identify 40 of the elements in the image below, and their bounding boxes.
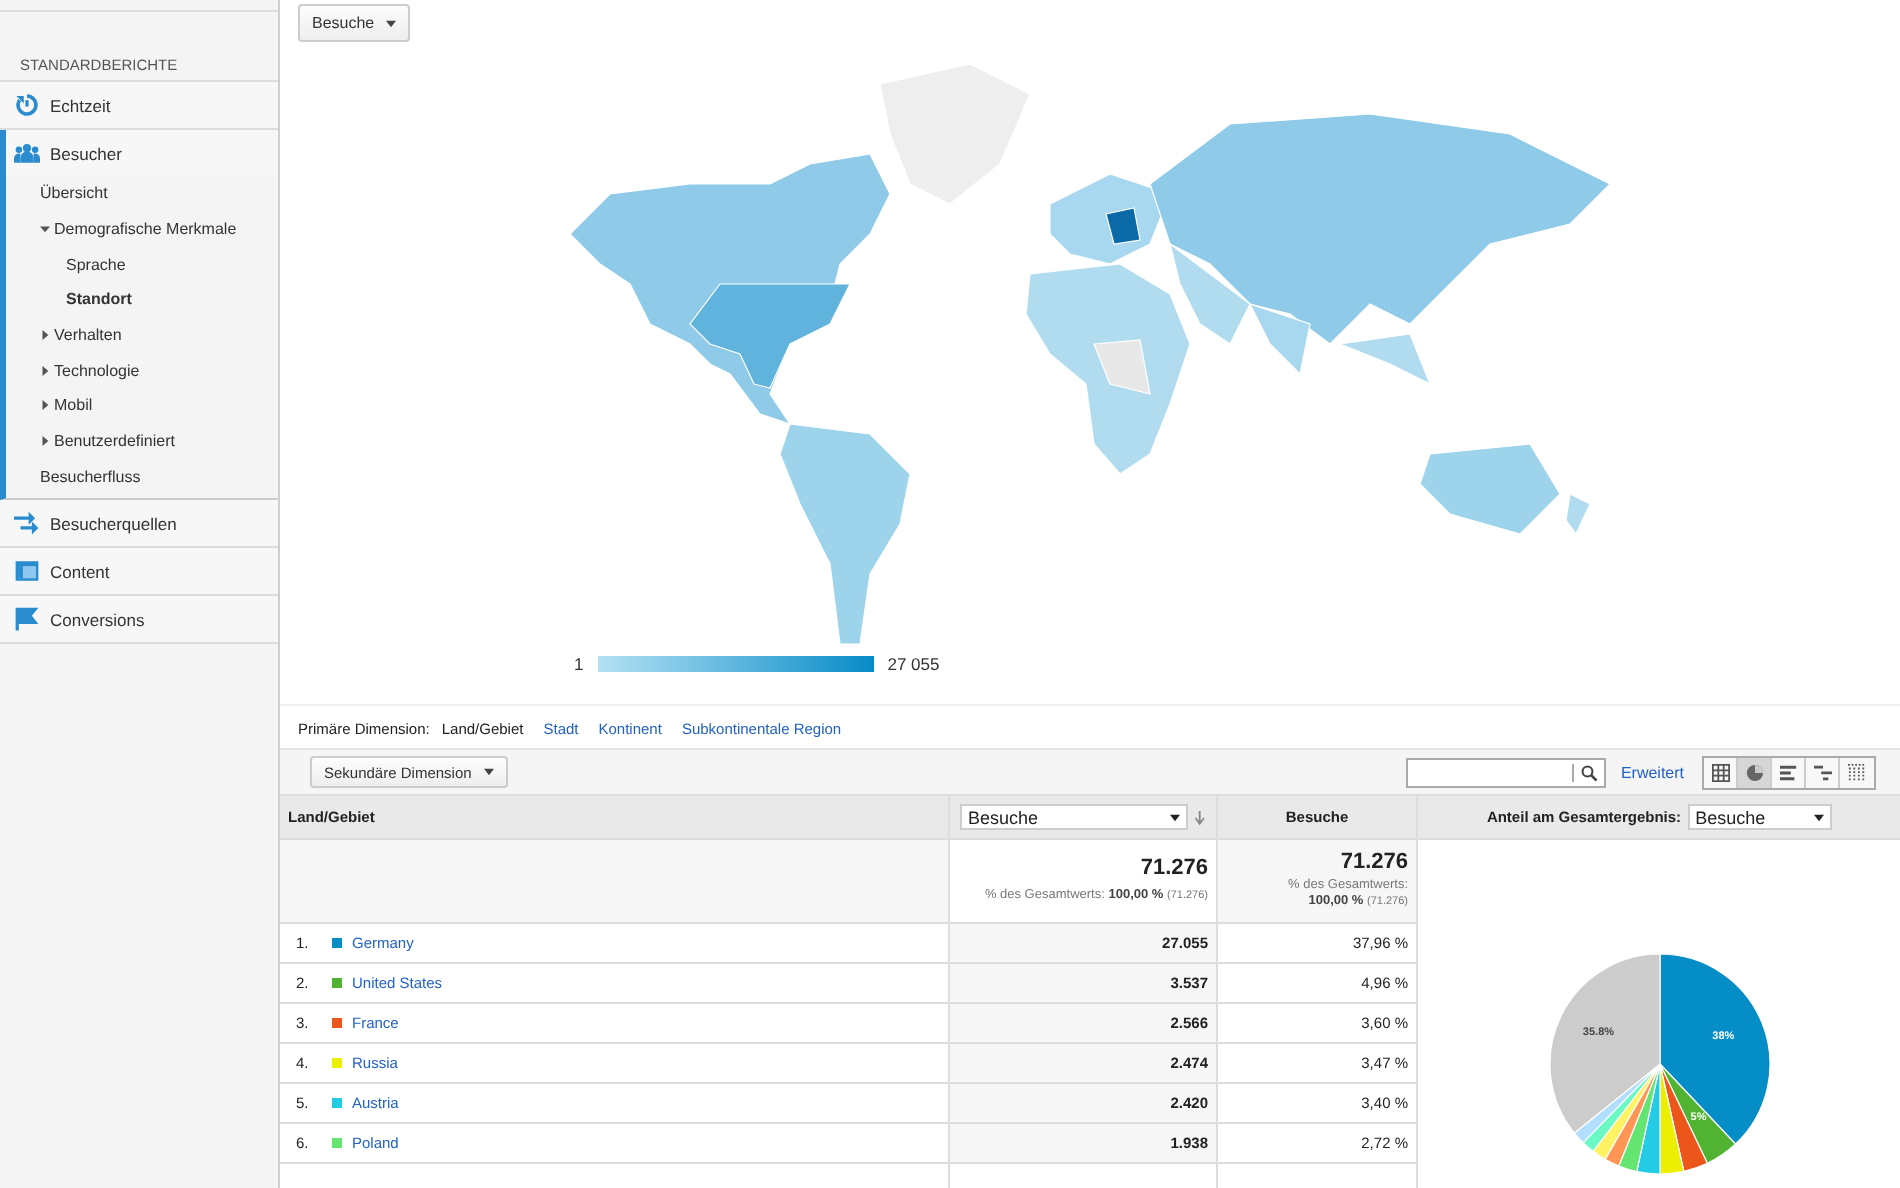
triangle-right-icon[interactable] xyxy=(40,400,50,411)
caret-icon[interactable] xyxy=(386,19,397,27)
sort-arrow-icon[interactable] xyxy=(1194,809,1206,825)
sidebar-item[interactable]: Besucherfluss xyxy=(6,459,278,495)
caret-icon[interactable] xyxy=(1813,813,1824,821)
pivot-icon[interactable] xyxy=(1848,763,1866,781)
pie-chart-icon[interactable] xyxy=(1745,763,1763,781)
advanced-link[interactable]: Erweitert xyxy=(1620,763,1684,781)
arrows-icon xyxy=(14,510,40,537)
legend-min-label: 1 xyxy=(574,654,584,674)
metric-select[interactable]: Besuche xyxy=(960,804,1189,830)
caret-icon[interactable] xyxy=(1170,813,1181,821)
metric-dropdown[interactable]: Besuche xyxy=(298,4,411,42)
bar-chart-icon[interactable] xyxy=(1779,763,1797,781)
sidebar-item[interactable]: Übersicht xyxy=(6,176,278,212)
search-icon[interactable] xyxy=(1572,763,1599,781)
sidebar-item[interactable]: Sprache xyxy=(6,246,278,283)
caret-icon[interactable] xyxy=(483,768,494,776)
refresh-clock-icon xyxy=(14,92,40,118)
sidebar-item[interactable]: Standort xyxy=(6,282,278,318)
triangle-right-icon[interactable] xyxy=(40,436,50,447)
total-value: 71.276 xyxy=(1338,850,1408,874)
window-icon xyxy=(14,558,40,585)
grid-icon[interactable] xyxy=(1711,763,1729,781)
sidebar-item[interactable]: Verhalten xyxy=(6,317,278,353)
total-value: 71.276 xyxy=(1138,856,1208,880)
sidebar-item[interactable]: Benutzerdefiniert xyxy=(6,423,278,459)
people-icon xyxy=(14,140,40,166)
triangle-right-icon[interactable] xyxy=(40,330,50,341)
sidebar-item[interactable]: Technologie xyxy=(6,352,278,389)
flag-icon xyxy=(14,606,40,633)
triangle-right-icon[interactable] xyxy=(40,365,50,376)
pie-view-button[interactable] xyxy=(1738,757,1772,787)
comparison-icon[interactable] xyxy=(1813,763,1831,781)
legend-max-label: 27 055 xyxy=(887,654,940,674)
triangle-down-icon[interactable] xyxy=(40,224,50,235)
sidebar-item[interactable]: Demografische Merkmale xyxy=(6,211,278,247)
sidebar-item[interactable]: Mobil xyxy=(6,388,278,424)
search-field[interactable] xyxy=(1406,757,1607,787)
share-metric-select[interactable]: Besuche xyxy=(1687,804,1832,830)
